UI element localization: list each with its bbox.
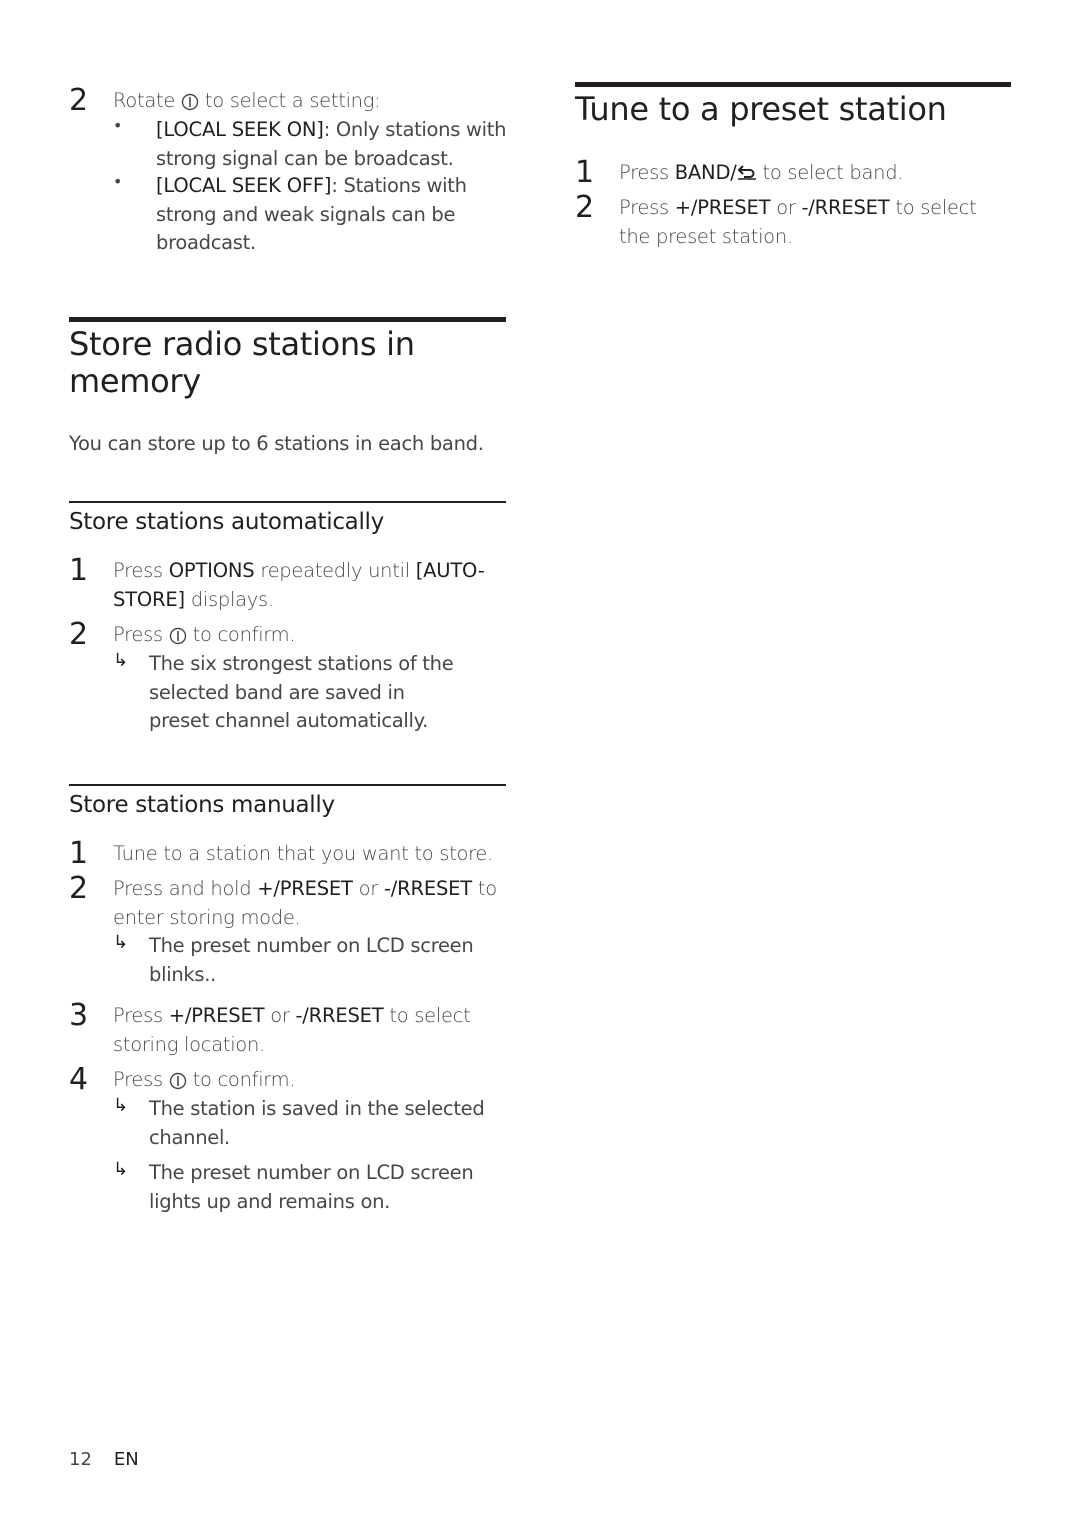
step-text: Press OPTIONS repeatedly until [AUTO-STO… [113, 557, 506, 614]
language-code: EN [113, 1449, 139, 1470]
text: Press [619, 161, 675, 184]
step-number: 4 [69, 1062, 89, 1097]
step-number: 1 [575, 155, 595, 190]
text: Press and hold [113, 877, 258, 900]
section-intro: You can store up to 6 stations in each b… [69, 432, 484, 455]
page-footer: 12 EN [69, 1449, 139, 1470]
step-number: 2 [69, 871, 89, 906]
bullet-text: [LOCAL SEEK ON]: Only stations with stro… [156, 116, 514, 173]
step-text: Press +/PRESET or -/RRESET to select sto… [113, 1002, 506, 1059]
step-text: Rotate to select a setting: [113, 87, 506, 116]
text: Press [113, 623, 163, 646]
step-text-after: to select a setting: [204, 89, 381, 112]
text: Press [619, 196, 675, 219]
step-text: Press to confirm. [113, 1066, 506, 1095]
step-number: 2 [69, 83, 89, 118]
text: or [770, 196, 802, 219]
keyword: OPTIONS [168, 559, 255, 582]
step-number: 1 [69, 553, 89, 588]
bullet-mark: • [113, 172, 123, 191]
result-text: The preset number on LCD screen lights u… [149, 1161, 474, 1213]
step-number: 2 [575, 190, 595, 225]
keyword: -/RRESET [801, 196, 890, 219]
result-text: The six strongest stations of the select… [149, 652, 454, 732]
keyword: +/PRESET [674, 196, 771, 219]
keyword: -/RRESET [295, 1004, 384, 1027]
text: or [264, 1004, 296, 1027]
step-number: 1 [69, 836, 89, 871]
dial-knob-icon [181, 93, 199, 110]
result-arrow-icon: ↳ [113, 1095, 129, 1116]
step-text-before: Rotate [113, 89, 176, 112]
keyword: +/PRESET [168, 1004, 265, 1027]
step-number: 3 [69, 998, 89, 1033]
subsection-rule [69, 784, 506, 786]
step-text: Press and hold +/PRESET or -/RRESET to e… [113, 875, 516, 932]
section-title: Store radio stations in memory [69, 325, 415, 400]
result-arrow-icon: ↳ [113, 932, 129, 953]
keyword: +/PRESET [257, 877, 353, 900]
text: to select band. [756, 161, 904, 184]
text: Press [113, 559, 169, 582]
text: repeatedly until [254, 559, 416, 582]
step-text: Press to confirm. [113, 621, 506, 650]
section-rule [575, 82, 1011, 87]
result-text: The station is saved in the selected cha… [149, 1097, 485, 1149]
keyword: [LOCAL SEEK OFF] [156, 174, 332, 197]
step-text: Press +/PRESET or -/RRESET to select the… [619, 194, 991, 251]
bullet-mark: • [113, 116, 123, 135]
text: to confirm. [192, 1068, 296, 1091]
text: displays. [184, 587, 274, 611]
dial-knob-icon [169, 1072, 186, 1089]
bullet-text: [LOCAL SEEK OFF]: Stations with strong a… [156, 172, 486, 258]
result-text: The preset number on LCD screen blinks.. [149, 934, 474, 986]
text: Press [113, 1004, 169, 1027]
subsection-rule [69, 501, 506, 503]
result-arrow-icon: ↳ [113, 1159, 129, 1180]
section-rule [69, 317, 506, 322]
text: to confirm. [192, 623, 296, 646]
section-title-preset: Tune to a preset station [575, 90, 947, 128]
keyword: BAND/ [674, 161, 737, 184]
subsection-title-manual: Store stations manually [69, 792, 335, 818]
text: or [352, 877, 384, 900]
step-number: 2 [69, 617, 89, 652]
keyword: -/RRESET [383, 877, 472, 900]
back-return-icon [737, 164, 756, 180]
subsection-title-auto: Store stations automatically [69, 509, 384, 535]
result-arrow-icon: ↳ [113, 650, 129, 671]
page-number: 12 [69, 1449, 92, 1470]
text: Press [113, 1068, 163, 1091]
dial-knob-icon [169, 627, 186, 644]
step-text: Tune to a station that you want to store… [113, 842, 494, 865]
keyword: [LOCAL SEEK ON] [156, 118, 324, 141]
step-text: Press BAND/ to select band. [619, 159, 1011, 188]
